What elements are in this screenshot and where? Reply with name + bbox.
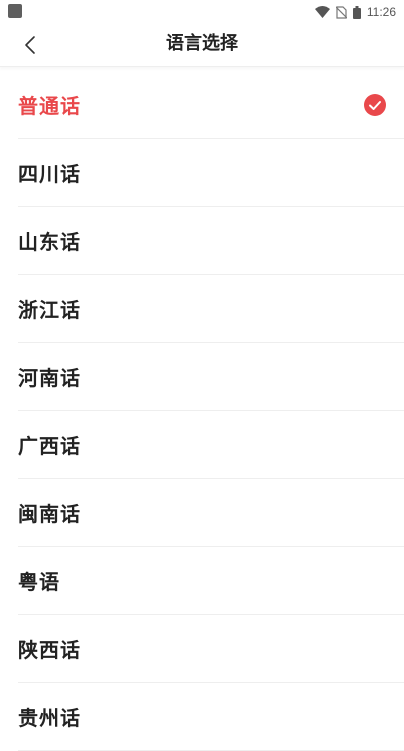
- language-item-sichuan[interactable]: 四川话: [18, 139, 404, 207]
- language-item-guizhou[interactable]: 贵州话: [18, 683, 404, 751]
- chevron-left-icon: [25, 36, 35, 54]
- language-label: 四川话: [18, 162, 81, 186]
- no-sim-icon: [335, 5, 347, 19]
- status-icons: 11:26: [314, 3, 396, 21]
- language-item-guangxi[interactable]: 广西话: [18, 411, 404, 479]
- language-label: 闽南话: [18, 502, 81, 526]
- check-circle-icon: [364, 93, 386, 116]
- language-label: 山东话: [18, 230, 81, 254]
- wifi-icon: [314, 6, 330, 18]
- language-list: 普通话 四川话 山东话 浙江话 河南话 广西话 闽南话 粤语 陕西话 贵州话: [0, 71, 404, 751]
- language-label: 浙江话: [18, 298, 81, 322]
- language-item-mandarin[interactable]: 普通话: [18, 71, 404, 139]
- status-bar: 11:26: [0, 0, 404, 24]
- status-time: 11:26: [366, 5, 396, 19]
- nav-bar: 语言选择: [0, 24, 404, 67]
- back-button[interactable]: [14, 30, 46, 60]
- app-square-icon: [8, 4, 22, 18]
- language-item-minnan[interactable]: 闽南话: [18, 479, 404, 547]
- language-label: 普通话: [18, 94, 81, 118]
- language-label: 粤语: [18, 570, 60, 594]
- language-label: 河南话: [18, 366, 81, 390]
- language-label: 陕西话: [18, 638, 81, 662]
- language-item-henan[interactable]: 河南话: [18, 343, 404, 411]
- language-item-zhejiang[interactable]: 浙江话: [18, 275, 404, 343]
- language-label: 贵州话: [18, 706, 81, 730]
- battery-icon: [352, 5, 361, 19]
- language-item-cantonese[interactable]: 粤语: [18, 547, 404, 615]
- language-label: 广西话: [18, 434, 81, 458]
- language-item-shaanxi[interactable]: 陕西话: [18, 615, 404, 683]
- language-item-shandong[interactable]: 山东话: [18, 207, 404, 275]
- page-title: 语言选择: [166, 33, 238, 54]
